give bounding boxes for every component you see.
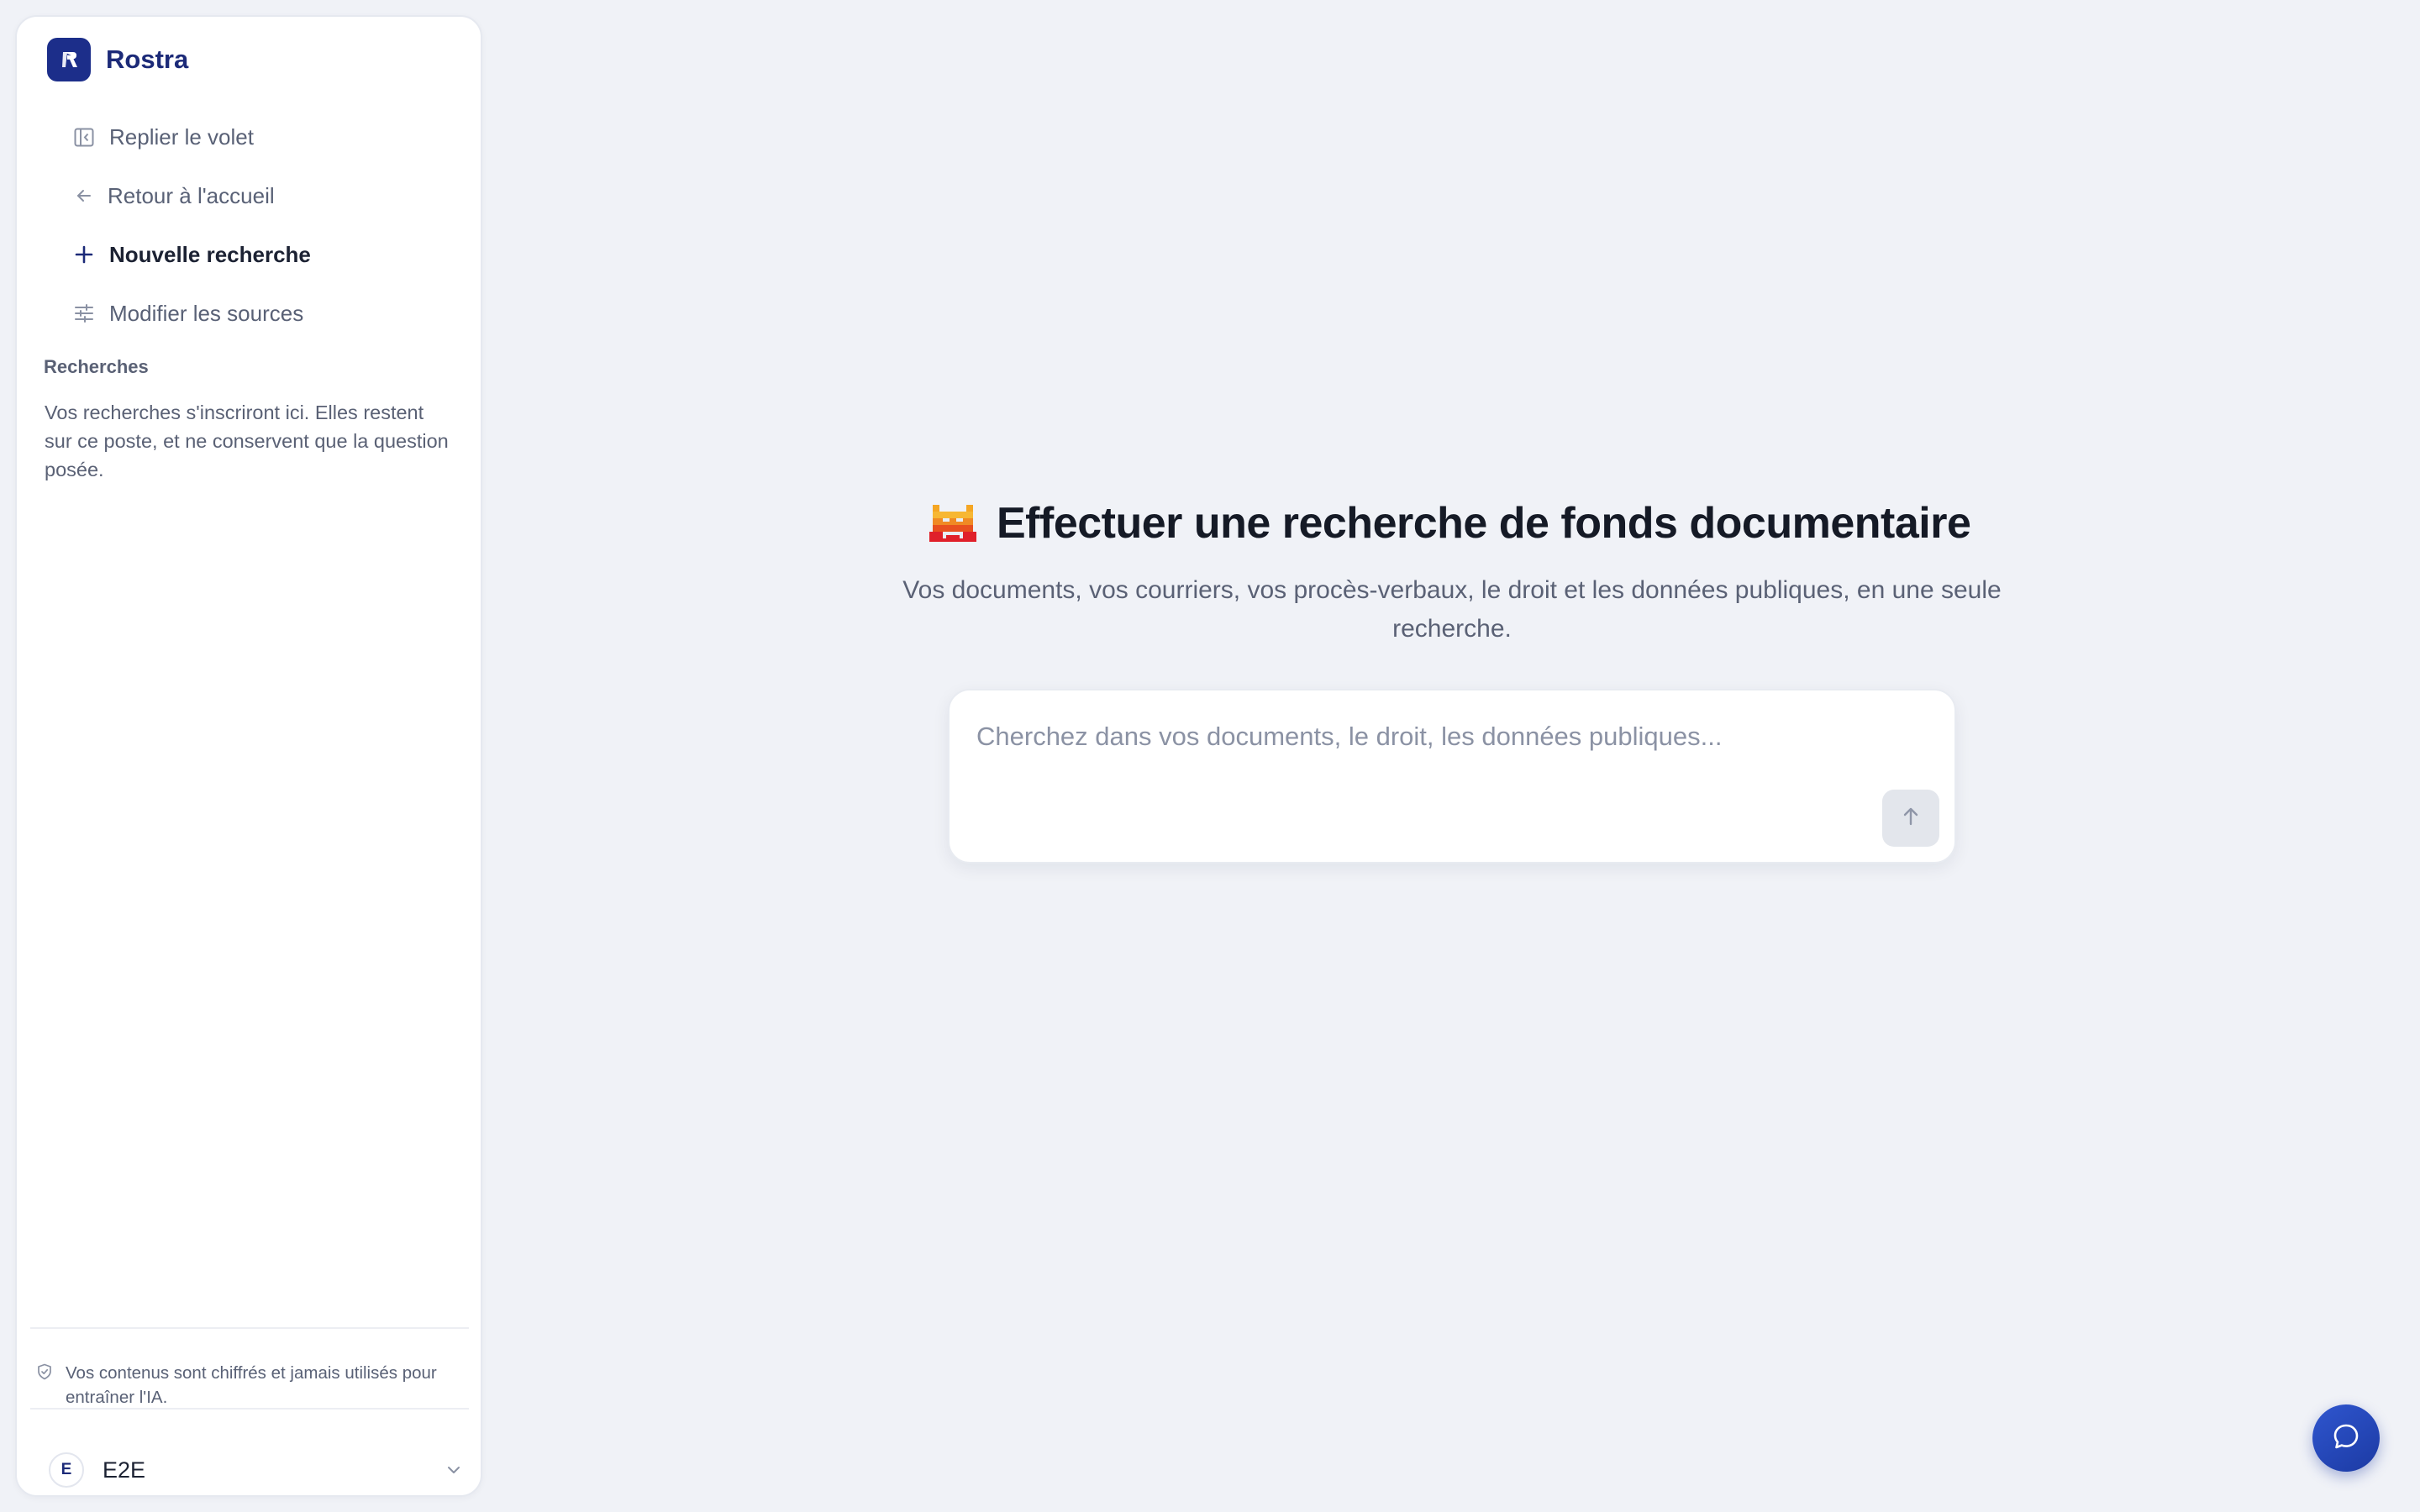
sliders-icon bbox=[69, 298, 99, 328]
shield-check-icon bbox=[35, 1362, 54, 1381]
nav-label-new-search: Nouvelle recherche bbox=[109, 241, 311, 267]
history-empty-text: Vos recherches s'inscriront ici. Elles r… bbox=[45, 402, 449, 480]
new-search-button[interactable]: Nouvelle recherche bbox=[40, 228, 460, 281]
chat-bubble-icon bbox=[2329, 1420, 2363, 1457]
rostra-logo-icon bbox=[47, 38, 91, 81]
nav-label-back-home: Retour à l'accueil bbox=[108, 182, 275, 208]
chat-support-button[interactable] bbox=[2312, 1404, 2380, 1472]
nav-label-edit-sources: Modifier les sources bbox=[109, 300, 304, 326]
sidebar: Rostra Replier le volet Retour à l'accue… bbox=[15, 15, 482, 1497]
privacy-notice-text: Vos contenus sont chiffrés et jamais uti… bbox=[66, 1363, 437, 1407]
collapse-sidebar-button[interactable]: Replier le volet bbox=[40, 111, 460, 163]
nav-label-collapse: Replier le volet bbox=[109, 123, 254, 150]
account-divider bbox=[30, 1408, 469, 1410]
page-subtitle: Vos documents, vos courriers, vos procès… bbox=[902, 576, 2002, 643]
search-input[interactable] bbox=[976, 716, 1901, 758]
collapse-panel-icon bbox=[69, 122, 99, 152]
submit-search-button[interactable] bbox=[1882, 790, 1939, 847]
back-home-link[interactable]: Retour à l'accueil bbox=[40, 170, 460, 222]
plus-icon bbox=[69, 239, 99, 270]
privacy-notice: Vos contenus sont chiffrés et jamais uti… bbox=[34, 1361, 471, 1410]
search-panel bbox=[948, 689, 1956, 864]
pixel-castle-emoji-icon bbox=[929, 505, 976, 542]
history-section-title: Recherches bbox=[44, 356, 149, 377]
account-name: E2E bbox=[103, 1457, 146, 1483]
hero-heading: Effectuer une recherche de fonds documen… bbox=[929, 496, 1971, 551]
arrow-left-icon bbox=[69, 181, 99, 211]
page-title: Effectuer une recherche de fonds documen… bbox=[997, 499, 1971, 548]
account-menu[interactable]: E E2E bbox=[49, 1450, 469, 1490]
chevron-down-icon bbox=[444, 1460, 464, 1480]
edit-sources-button[interactable]: Modifier les sources bbox=[40, 287, 460, 339]
app-name: Rostra bbox=[106, 45, 189, 74]
brand[interactable]: Rostra bbox=[47, 37, 188, 82]
arrow-up-icon bbox=[1898, 804, 1923, 833]
avatar: E bbox=[49, 1452, 84, 1488]
footer-divider bbox=[30, 1327, 469, 1329]
